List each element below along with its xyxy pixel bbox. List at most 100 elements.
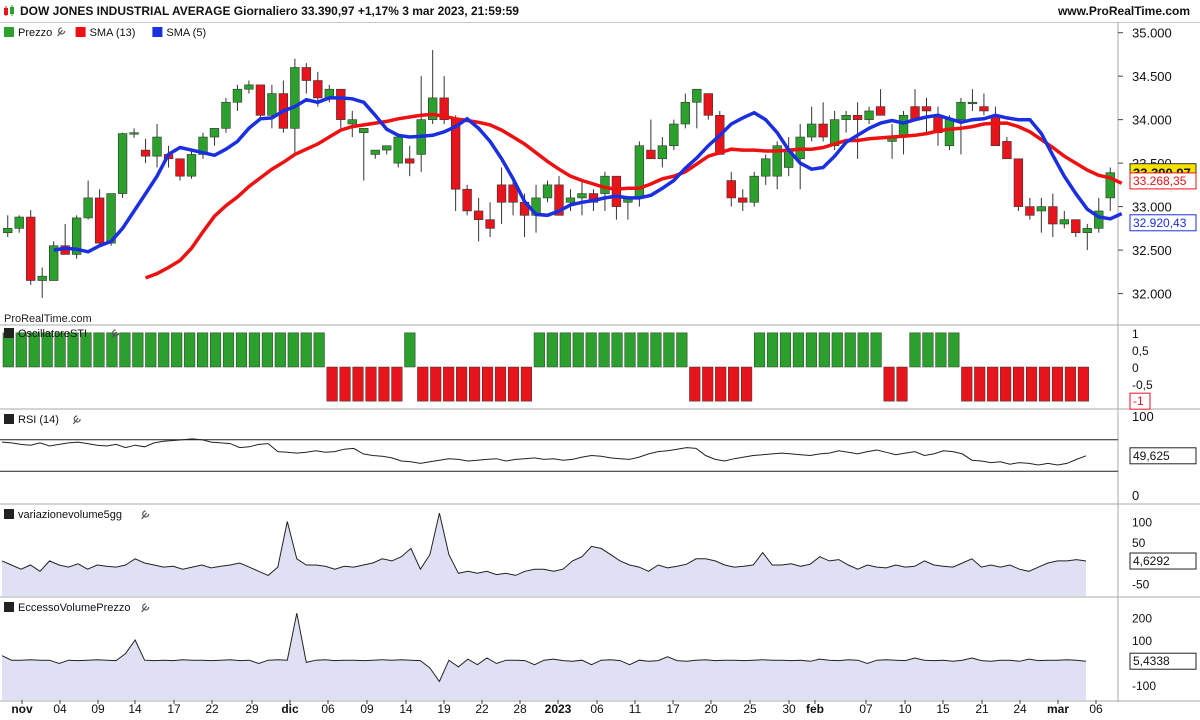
candle-up: [692, 88, 702, 103]
osc-bar-up: [844, 332, 856, 368]
legend-swatch: [75, 27, 86, 37]
candle-up: [1036, 206, 1047, 212]
candle-down: [26, 216, 36, 281]
osc-tick-label: 0,5: [1132, 344, 1149, 358]
osc-bar-down: [728, 366, 740, 402]
osc-bar-down: [469, 366, 481, 402]
x-tick-label: feb: [806, 702, 824, 716]
x-tick-label: 06: [1089, 702, 1103, 716]
osc-bar-down: [520, 366, 532, 402]
varvol-tick-label: 100: [1132, 515, 1152, 529]
osc-bar-up: [261, 332, 273, 368]
candle-up: [152, 136, 162, 157]
candle-up: [37, 275, 47, 281]
osc-bar-down: [365, 366, 377, 402]
x-tick-label: 06: [590, 702, 604, 716]
osc-bar-down: [417, 366, 429, 402]
osc-bar-down: [507, 366, 520, 402]
osc-bar-down: [1051, 366, 1064, 402]
osc-bar-down: [443, 366, 455, 402]
candle-up: [806, 123, 817, 138]
x-tick-label: 19: [437, 702, 451, 716]
x-tick-label: nov: [11, 702, 33, 716]
osc-bar-up: [753, 332, 766, 368]
x-tick-label: 06: [321, 702, 335, 716]
osc-bar-down: [1077, 366, 1089, 402]
osc-bar-down: [1013, 366, 1025, 402]
candle-up: [3, 228, 13, 233]
osc-bar-up: [948, 332, 960, 368]
osc-bar-down: [494, 366, 507, 402]
osc-bar-up: [119, 332, 131, 368]
osc-bar-down: [430, 366, 442, 402]
candle-down: [703, 93, 713, 116]
wrench-icon: [141, 603, 150, 613]
osc-bar-up: [274, 332, 286, 368]
osc-bar-up: [533, 332, 545, 368]
candle-down: [94, 197, 105, 244]
candle-down: [336, 88, 346, 120]
candle-down: [1071, 219, 1081, 233]
x-tick-label: 17: [666, 702, 680, 716]
candle-up: [232, 88, 243, 103]
eccvol-area: [2, 613, 1086, 700]
osc-legend: OscillatoreSTI: [18, 328, 87, 340]
candle-down: [485, 219, 495, 229]
rsi-tick-label: 100: [1132, 409, 1154, 424]
candle-down: [405, 158, 415, 164]
osc-bar-up: [792, 332, 804, 368]
x-tick-label: 09: [360, 702, 374, 716]
osc-bar-up: [857, 332, 869, 368]
candle-up: [565, 197, 576, 203]
legend-1: SMA (13): [90, 27, 136, 39]
legend-swatch: [4, 27, 14, 37]
x-tick-label: 30: [782, 702, 796, 716]
osc-tick-label: 0: [1132, 361, 1139, 375]
osc-bar-up: [184, 332, 196, 368]
osc-bar-up: [209, 332, 222, 368]
candle-up: [956, 101, 966, 120]
candle-down: [1025, 206, 1035, 216]
candle-down: [1002, 141, 1012, 160]
price-tick-label: 32.000: [1132, 287, 1172, 302]
sma5-line: [53, 96, 1123, 254]
candle-down: [255, 84, 266, 116]
legend-swatch: [152, 27, 163, 37]
osc-bar-down: [961, 366, 973, 402]
osc-bar-up: [637, 332, 649, 368]
osc-bar-down: [702, 366, 714, 402]
osc-bar-up: [235, 332, 248, 368]
sma5-last-label: 32.920,43: [1133, 216, 1187, 230]
price-tick-label: 35.000: [1132, 26, 1172, 41]
candle-up: [542, 184, 553, 199]
eccvol-legend: EccessoVolumePrezzo: [18, 602, 131, 614]
osc-bar-down: [456, 366, 468, 402]
candle-down: [301, 67, 312, 81]
osc-bar-down: [378, 366, 390, 402]
x-tick-label: 09: [91, 702, 105, 716]
osc-bar-down: [1064, 366, 1076, 402]
legend-swatch: [4, 414, 14, 424]
osc-bar-down: [1025, 366, 1038, 402]
chart-canvas[interactable]: 35.00034.50034.00033.50033.00032.50032.0…: [0, 0, 1200, 720]
x-tick-label: 24: [1013, 702, 1027, 716]
osc-bar-up: [313, 332, 325, 368]
x-tick-label: 14: [128, 702, 142, 716]
candle-up: [864, 110, 874, 120]
candle-up: [669, 123, 679, 147]
osc-bar-up: [766, 332, 779, 368]
x-tick-label: 17: [167, 702, 181, 716]
candle-down: [611, 175, 622, 207]
x-tick-label: dic: [281, 702, 299, 716]
candle-up: [393, 136, 403, 164]
varvol-tick-label: -50: [1132, 578, 1150, 592]
osc-bar-up: [611, 332, 623, 368]
candle-up: [898, 115, 909, 138]
eccvol-tick-label: -100: [1132, 679, 1156, 693]
x-tick-label: 22: [475, 702, 489, 716]
osc-bar-up: [663, 332, 675, 368]
osc-bar-down: [481, 366, 494, 402]
osc-bar-up: [132, 332, 144, 368]
legend-swatch: [4, 509, 14, 519]
rsi-tick-label: 0: [1132, 488, 1139, 503]
